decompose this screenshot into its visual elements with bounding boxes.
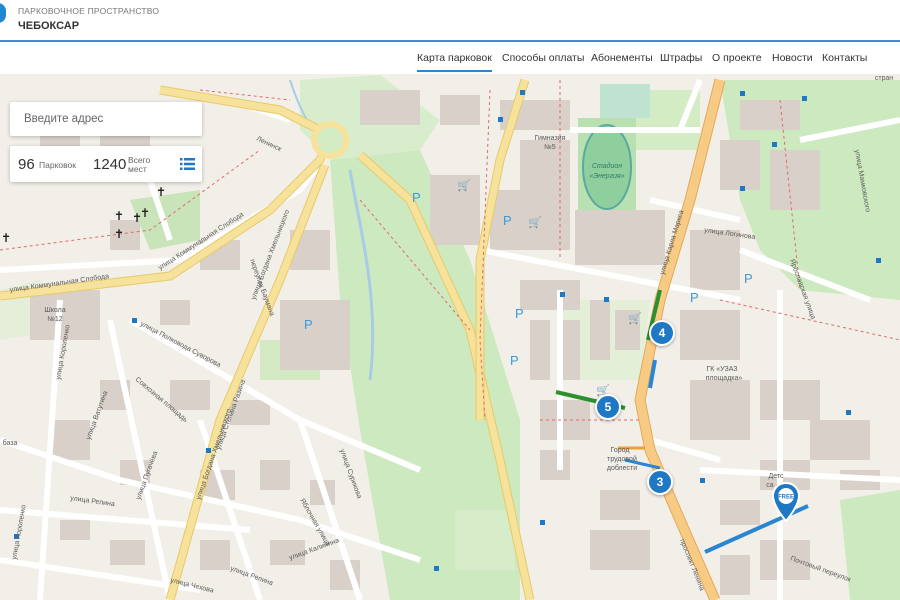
address-search-input[interactable] [10, 102, 194, 136]
street-label: улица Сурикова [338, 448, 362, 499]
place-label: №12 [47, 316, 62, 323]
parking-marker[interactable]: 4 [649, 320, 675, 346]
church-icon: ✝ [114, 209, 124, 223]
place-label: база [3, 439, 18, 447]
church-icon: ✝ [132, 211, 142, 225]
parking-stats: 96 Парковок 1240 Всего мест [10, 146, 202, 182]
parking-marker[interactable]: 5 [595, 394, 621, 420]
place-label: Город [611, 447, 630, 454]
places-label-2: мест [128, 164, 147, 174]
place-label: Детс [768, 473, 784, 480]
p-sign: P [412, 190, 421, 205]
p-sign: P [515, 306, 524, 321]
nav-item-fines[interactable]: Штрафы [660, 52, 702, 64]
stadium-building [600, 84, 650, 118]
place-label: стран [875, 75, 893, 82]
nav-item-payment[interactable]: Способы оплаты [502, 52, 584, 64]
nav-item-about[interactable]: О проекте [712, 52, 762, 64]
p-sign: P [503, 213, 512, 228]
parking-marker[interactable]: 3 [647, 469, 673, 495]
church-icon: ✝ [1, 231, 11, 245]
shopping-cart-icon: 🛒 [457, 179, 471, 192]
address-search [10, 102, 202, 136]
place-label: Гимназия [535, 135, 566, 142]
park-area [455, 510, 515, 570]
p-sign: P [304, 317, 313, 332]
site-title[interactable]: ЧЕБОКСАР [18, 20, 79, 32]
site-subtitle: ПАРКОВОЧНОЕ ПРОСТРАНСТВО [18, 6, 160, 16]
nav-item-map[interactable]: Карта парковок [417, 52, 492, 72]
parkings-label: Парковок [39, 160, 76, 170]
p-sign: P [744, 271, 753, 286]
street-label: Ленинск [255, 135, 283, 153]
nav-item-contacts[interactable]: Контакты [822, 52, 867, 64]
free-pin-label: FREE [778, 495, 794, 501]
p-sign: P [510, 353, 519, 368]
church-icons: ✝ ✝ ✝ ✝ ✝ ✝ [1, 185, 166, 245]
list-view-icon[interactable] [180, 157, 195, 171]
site-header: ПАРКОВОЧНОЕ ПРОСТРАНСТВО ЧЕБОКСАР [0, 0, 900, 40]
main-nav: Карта парковок Способы оплаты Абонементы… [0, 42, 900, 74]
place-label: №5 [544, 144, 556, 151]
place-label: «Энергия» [589, 173, 624, 180]
nav-item-news[interactable]: Новости [772, 52, 813, 64]
church-icon: ✝ [156, 185, 166, 199]
church-icon: ✝ [114, 227, 124, 241]
street-label: улица Репина [70, 495, 116, 508]
place-label: Стадион [592, 162, 622, 170]
places-count: 1240 [93, 156, 127, 173]
parkings-count: 96 [18, 156, 35, 173]
free-parking-pin[interactable]: FREE [772, 482, 800, 522]
p-sign: P [690, 290, 699, 305]
logo-icon[interactable] [0, 3, 6, 23]
place-label: площадка» [706, 375, 743, 382]
street-label: улица Полковода Суворова [139, 321, 222, 369]
place-label: доблести [607, 464, 637, 472]
street-label: улица Ватутина [85, 390, 109, 441]
roundabout [311, 121, 349, 159]
shopping-cart-icon: 🛒 [528, 216, 542, 229]
shopping-cart-icon: 🛒 [628, 312, 642, 325]
place-label: ГК «УЗАЗ [706, 366, 737, 373]
nav-item-subscriptions[interactable]: Абонементы [591, 52, 653, 64]
place-label: трудовой [607, 455, 637, 463]
place-label: Школа [44, 307, 65, 314]
